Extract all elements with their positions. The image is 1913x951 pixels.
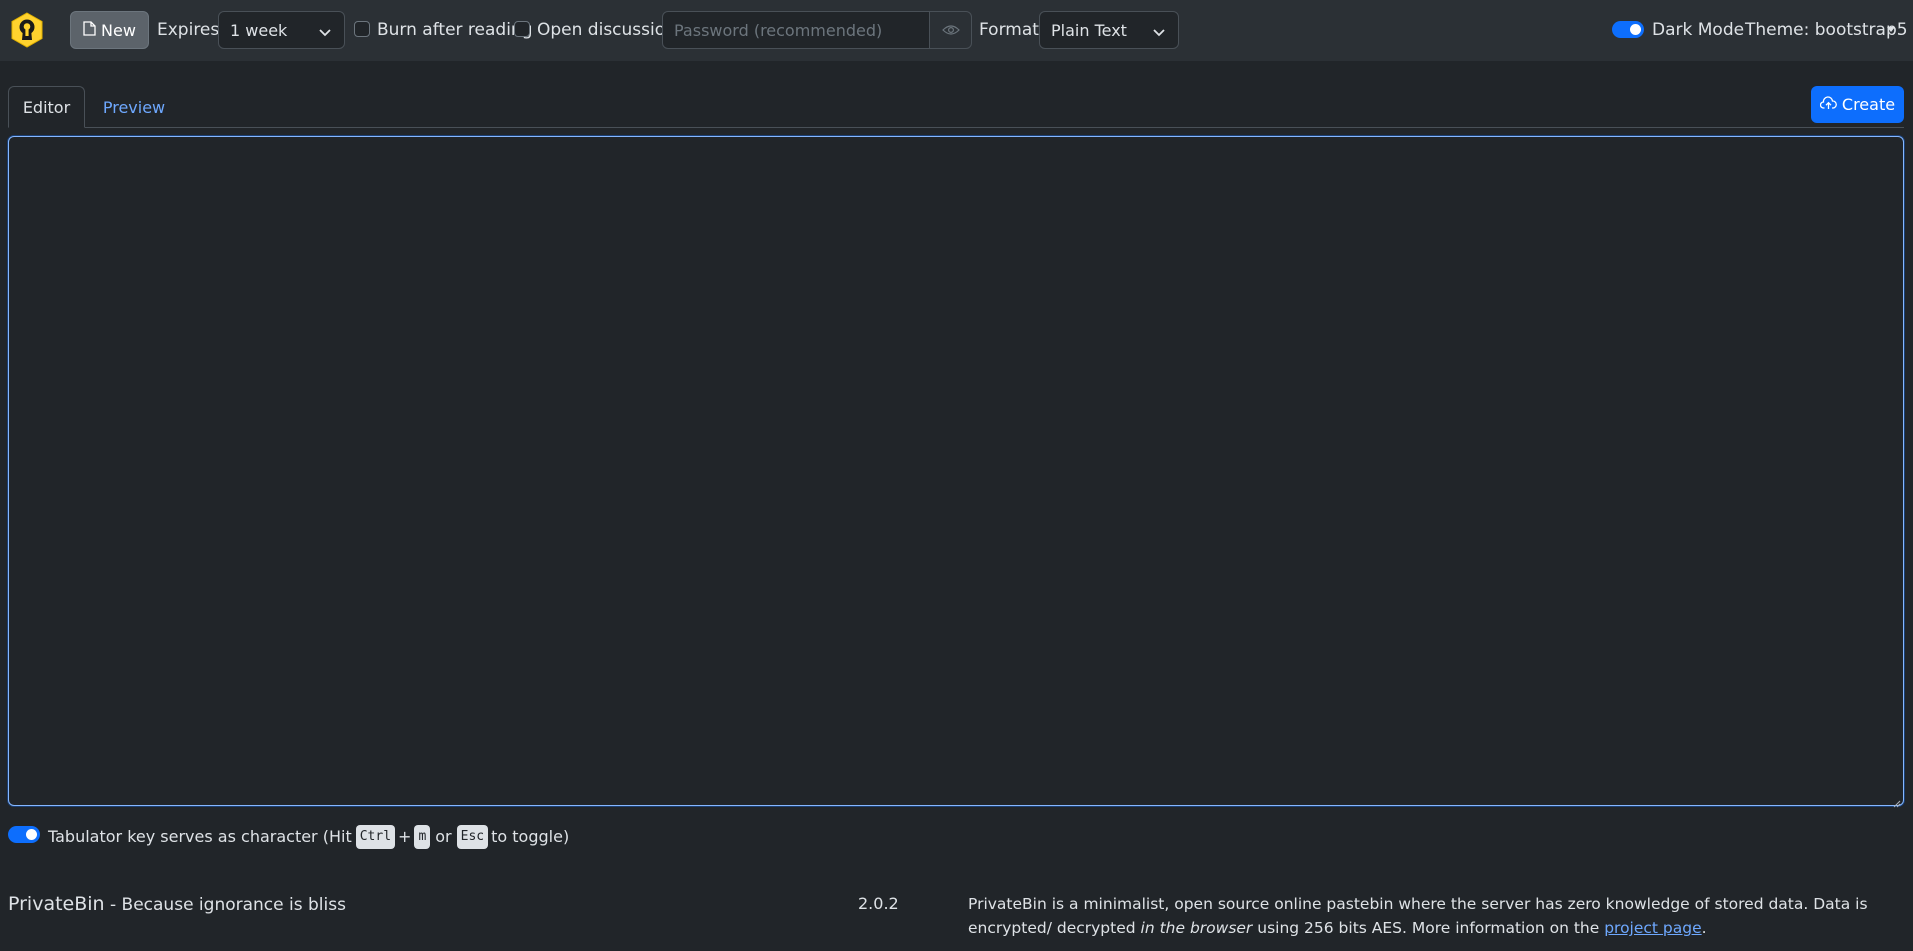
tab-hint-suffix: to toggle): [491, 827, 570, 846]
kbd-plus: +: [398, 827, 412, 846]
tab-key-toggle[interactable]: [8, 826, 40, 843]
expires-select[interactable]: 1 week: [218, 11, 345, 49]
create-button[interactable]: Create: [1811, 86, 1904, 123]
kbd-m: m: [414, 825, 431, 849]
resize-grip-icon[interactable]: [1891, 793, 1901, 808]
about-text-end: .: [1701, 919, 1707, 937]
about-text-2: using 256 bits AES. More information on …: [1252, 919, 1605, 937]
dark-mode-label[interactable]: Dark Mode: [1652, 19, 1744, 41]
create-button-label: Create: [1841, 95, 1896, 114]
tab-preview[interactable]: Preview: [92, 86, 176, 128]
about-emphasis: in the browser: [1140, 919, 1253, 937]
password-placeholder: Password (recommended): [674, 20, 883, 40]
expires-label: Expires:: [157, 20, 225, 40]
privatebin-logo-icon[interactable]: [10, 12, 44, 48]
kbd-ctrl: Ctrl: [355, 825, 396, 849]
dark-mode-toggle[interactable]: [1612, 21, 1644, 38]
burn-after-reading-checkbox[interactable]: [354, 21, 370, 37]
open-discussion-checkbox[interactable]: [514, 21, 530, 37]
footer-version: 2.0.2: [858, 894, 899, 913]
navbar: New Expires: 1 week Burn after reading O…: [0, 0, 1913, 61]
format-select[interactable]: Plain Text: [1039, 11, 1179, 49]
new-button[interactable]: New: [70, 11, 149, 49]
chevron-down-icon: [1152, 24, 1166, 38]
tab-editor[interactable]: Editor: [8, 86, 85, 128]
project-page-link[interactable]: project page: [1604, 919, 1701, 937]
expires-value: 1 week: [230, 20, 288, 40]
theme-dropdown[interactable]: Theme: bootstrap5: [1745, 19, 1908, 41]
show-password-button[interactable]: [929, 11, 972, 49]
caret-down-icon[interactable]: [1887, 27, 1895, 32]
new-button-label: New: [101, 20, 136, 40]
footer-title: PrivateBin: [8, 893, 105, 915]
password-input[interactable]: Password (recommended): [662, 11, 930, 49]
paste-editor[interactable]: [8, 136, 1904, 806]
kbd-esc: Esc: [456, 825, 489, 849]
chevron-down-icon: [318, 24, 332, 38]
tab-hint-or: or: [435, 827, 452, 846]
format-label: Format:: [979, 20, 1045, 40]
footer-app-name: PrivateBin - Because ignorance is bliss: [8, 893, 346, 915]
tab-hint-text: Tabulator key serves as character (Hit: [48, 827, 352, 846]
open-discussion-label[interactable]: Open discussion: [537, 19, 676, 41]
eye-icon: [941, 21, 960, 40]
tabs-divider: [8, 127, 1904, 128]
file-icon: [83, 20, 96, 40]
footer-about: PrivateBin is a minimalist, open source …: [968, 892, 1868, 940]
format-value: Plain Text: [1051, 20, 1127, 40]
cloud-upload-icon: [1819, 95, 1837, 114]
footer-tagline: - Because ignorance is bliss: [104, 895, 346, 915]
tab-key-hint: Tabulator key serves as character (Hit C…: [48, 825, 569, 849]
burn-after-reading-label[interactable]: Burn after reading: [377, 19, 533, 41]
